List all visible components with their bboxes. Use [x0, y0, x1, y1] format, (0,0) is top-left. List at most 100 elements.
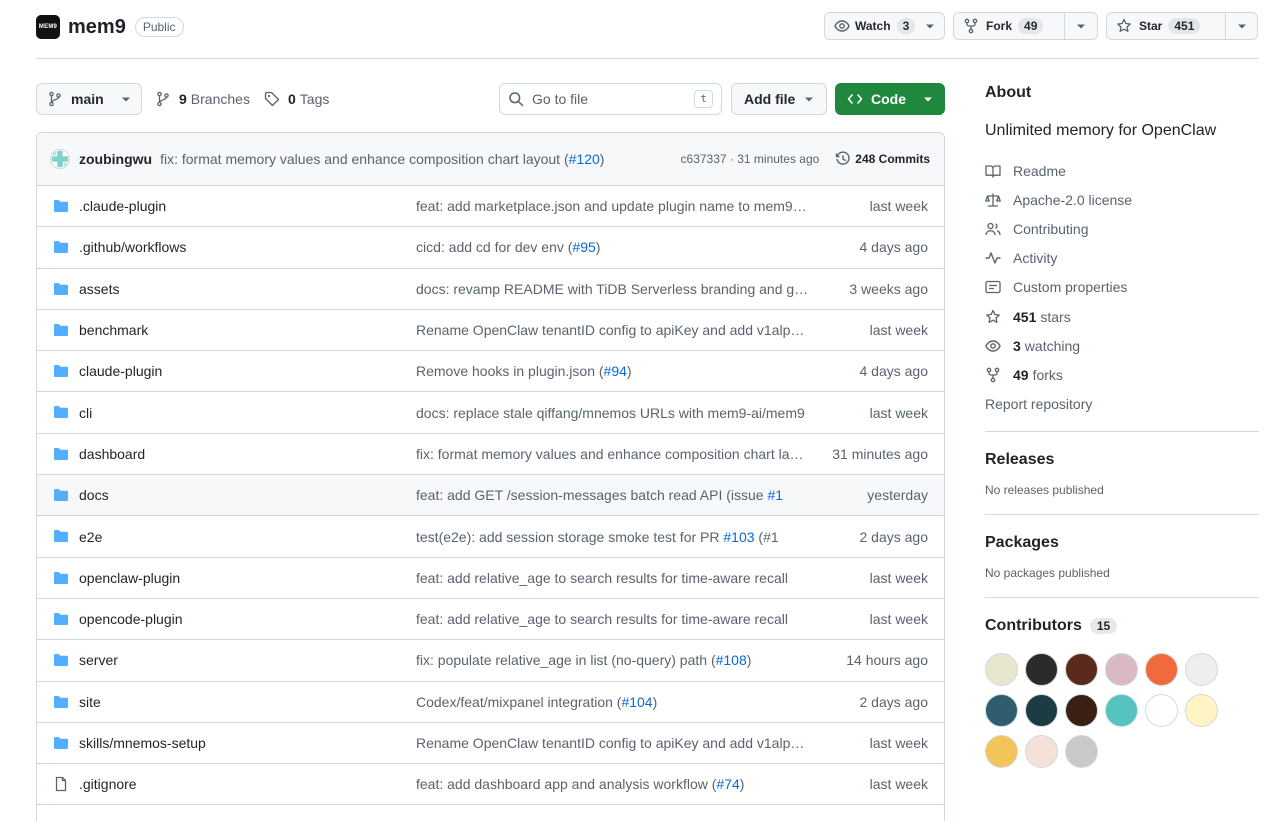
contributing-link[interactable]: Contributing: [985, 214, 1259, 243]
file-commit-message[interactable]: test(e2e): add session storage smoke tes…: [416, 529, 809, 545]
repo-logo[interactable]: MEM9: [36, 15, 60, 39]
file-commit-message[interactable]: cicd: add cd for dev env (#95): [416, 239, 809, 255]
table-row[interactable]: .github/workflows cicd: add cd for dev en…: [37, 227, 944, 269]
file-name[interactable]: opencode-plugin: [79, 611, 183, 627]
file-name[interactable]: openclaw-plugin: [79, 570, 180, 586]
file-commit-message[interactable]: fix: format memory values and enhance co…: [416, 446, 809, 462]
table-row[interactable]: .claude-plugin feat: add marketplace.json…: [37, 186, 944, 228]
avatar[interactable]: [1185, 652, 1218, 686]
commit-pr-link[interactable]: #95: [572, 239, 595, 255]
report-repository-link[interactable]: Report repository: [985, 390, 1259, 419]
file-name[interactable]: assets: [79, 281, 119, 297]
commits-link[interactable]: 248 Commits: [835, 151, 930, 167]
avatar[interactable]: [1025, 652, 1058, 686]
forks-link[interactable]: 49 forks: [985, 360, 1259, 389]
file-commit-message[interactable]: feat: add marketplace.json and update pl…: [416, 198, 809, 214]
table-row[interactable]: cli docs: replace stale qiffang/mnemos UR…: [37, 392, 944, 434]
file-name[interactable]: .gitignore: [79, 776, 137, 792]
table-row[interactable]: claude-plugin Remove hooks in plugin.json…: [37, 351, 944, 393]
avatar[interactable]: [1025, 734, 1058, 768]
commit-sha-time[interactable]: c637337 · 31 minutes ago: [681, 152, 820, 166]
table-row[interactable]: e2e test(e2e): add session storage smoke …: [37, 516, 944, 558]
file-name[interactable]: e2e: [79, 529, 102, 545]
avatar[interactable]: [1185, 693, 1218, 727]
branches-link[interactable]: 9 Branches: [155, 83, 250, 115]
table-row[interactable]: docs feat: add GET /session-messages batc…: [37, 475, 944, 517]
avatar[interactable]: [1145, 693, 1178, 727]
table-row[interactable]: benchmark Rename OpenClaw tenantID config…: [37, 310, 944, 352]
table-row[interactable]: server fix: populate relative_age in list…: [37, 640, 944, 682]
file-commit-message[interactable]: Remove hooks in plugin.json (#94): [416, 363, 809, 379]
add-file-button[interactable]: Add file: [731, 83, 827, 115]
commit-pr-link[interactable]: #104: [621, 694, 652, 710]
file-name[interactable]: cli: [79, 405, 92, 421]
avatar[interactable]: [1105, 693, 1138, 727]
file-commit-message[interactable]: feat: add relative_age to search results…: [416, 611, 809, 627]
table-row[interactable]: assets docs: revamp README with TiDB Serv…: [37, 269, 944, 310]
commit-author[interactable]: zoubingwu: [79, 151, 152, 167]
file-name[interactable]: dashboard: [79, 446, 145, 462]
commit-pr-link[interactable]: #94: [604, 363, 627, 379]
commit-pr-link[interactable]: #74: [716, 776, 739, 792]
file-name[interactable]: claude-plugin: [79, 363, 162, 379]
star-menu-button[interactable]: [1225, 13, 1257, 39]
fork-button[interactable]: Fork 49: [954, 13, 1064, 39]
branch-selector[interactable]: main: [36, 83, 142, 115]
fork-menu-button[interactable]: [1064, 13, 1097, 39]
chevron-down-icon: [1237, 21, 1247, 31]
commit-pr-link[interactable]: #108: [716, 652, 747, 668]
custom-properties-link[interactable]: Custom properties: [985, 273, 1259, 302]
avatar[interactable]: [1145, 652, 1178, 686]
table-row[interactable]: skills/mnemos-setup Rename OpenClaw tenan…: [37, 723, 944, 765]
avatar[interactable]: [1105, 652, 1138, 686]
file-name[interactable]: docs: [79, 487, 109, 503]
avatar[interactable]: [985, 734, 1018, 768]
file-name[interactable]: benchmark: [79, 322, 148, 338]
code-button[interactable]: Code: [835, 83, 945, 115]
avatar[interactable]: [1065, 652, 1098, 686]
releases-heading[interactable]: Releases: [985, 451, 1259, 469]
file-commit-message[interactable]: feat: add dashboard app and analysis wor…: [416, 776, 809, 792]
file-name[interactable]: .claude-plugin: [79, 198, 166, 214]
commit-pr-link[interactable]: #103: [723, 529, 754, 545]
repo-name[interactable]: mem9: [68, 16, 126, 39]
file-name[interactable]: .github/workflows: [79, 239, 186, 255]
table-row[interactable]: opencode-plugin feat: add relative_age to…: [37, 599, 944, 641]
table-row[interactable]: dashboard fix: format memory values and e…: [37, 434, 944, 476]
tags-link[interactable]: 0 Tags: [264, 83, 329, 115]
packages-heading[interactable]: Packages: [985, 534, 1259, 552]
stars-link[interactable]: 451 stars: [985, 302, 1259, 331]
file-name[interactable]: server: [79, 652, 118, 668]
table-row[interactable]: .gitignore feat: add dashboard app and an…: [37, 764, 944, 806]
watching-link[interactable]: 3 watching: [985, 331, 1259, 360]
go-to-file-input[interactable]: Go to file t: [499, 83, 722, 115]
file-commit-message[interactable]: docs: revamp README with TiDB Serverless…: [416, 281, 809, 297]
file-commit-message[interactable]: docs: replace stale qiffang/mnemos URLs …: [416, 405, 809, 421]
file-commit-message[interactable]: feat: add GET /session-messages batch re…: [416, 487, 809, 503]
file-name[interactable]: site: [79, 694, 101, 710]
license-link[interactable]: Apache-2.0 license: [985, 185, 1259, 214]
watch-button[interactable]: Watch 3: [825, 13, 944, 39]
file-commit-message[interactable]: Rename OpenClaw tenantID config to apiKe…: [416, 322, 809, 338]
file-commit-message[interactable]: feat: add relative_age to search results…: [416, 570, 809, 586]
file-name[interactable]: skills/mnemos-setup: [79, 735, 206, 751]
commit-pr-link[interactable]: #1: [767, 487, 783, 503]
avatar[interactable]: [985, 693, 1018, 727]
avatar[interactable]: [985, 652, 1018, 686]
commit-pr-link[interactable]: #120: [569, 151, 600, 167]
avatar[interactable]: [1065, 693, 1098, 727]
avatar[interactable]: [1065, 734, 1098, 768]
star-button[interactable]: Star 451: [1107, 13, 1225, 39]
avatar[interactable]: [50, 149, 70, 169]
avatar[interactable]: [1025, 693, 1058, 727]
readme-link[interactable]: Readme: [985, 156, 1259, 185]
fork-label: Fork: [986, 19, 1013, 33]
file-commit-message[interactable]: Codex/feat/mixpanel integration (#104): [416, 694, 809, 710]
file-commit-message[interactable]: fix: populate relative_age in list (no-q…: [416, 652, 809, 668]
table-row[interactable]: site Codex/feat/mixpanel integration (#10…: [37, 682, 944, 723]
file-commit-message[interactable]: Rename OpenClaw tenantID config to apiKe…: [416, 735, 809, 751]
table-row[interactable]: openclaw-plugin feat: add relative_age to…: [37, 558, 944, 599]
contributors-heading[interactable]: Contributors: [985, 617, 1082, 635]
commit-message[interactable]: fix: format memory values and enhance co…: [160, 151, 604, 167]
activity-link[interactable]: Activity: [985, 244, 1259, 273]
